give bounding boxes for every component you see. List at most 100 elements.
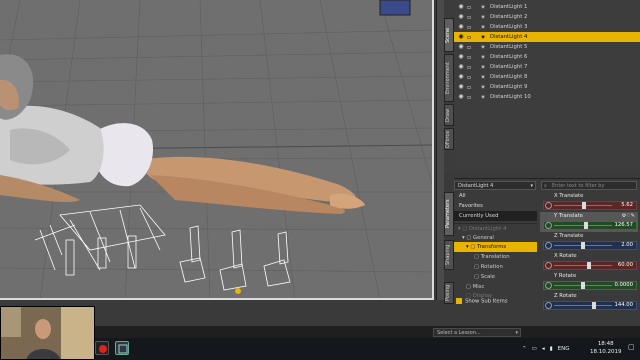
tree-node-scale[interactable]: ▢ Scale — [474, 272, 495, 282]
show-sub-items-checkbox[interactable]: Show Sub Items — [456, 298, 508, 305]
property-x-rotate[interactable]: X Rotate 60.00 — [540, 252, 638, 272]
notification-icon[interactable]: ▢ — [628, 343, 635, 351]
property-action-icons[interactable]: ⚙♡✎ — [622, 213, 635, 219]
lock-icon[interactable]: ▫ — [465, 44, 473, 51]
tree-node-rotation[interactable]: ▢ Rotation — [474, 262, 503, 272]
3d-viewport[interactable] — [0, 0, 434, 300]
filter-favorites[interactable]: Favorites — [454, 201, 537, 211]
visibility-eye-icon[interactable]: ◉ — [457, 73, 465, 81]
keyframe-ring-icon[interactable] — [545, 202, 552, 209]
tab-scene[interactable]: Scene — [444, 18, 454, 52]
property-value[interactable]: 5.62 — [621, 202, 633, 209]
scene-item-label: DistantLight 4 — [490, 34, 528, 40]
tab-environment[interactable]: Environment — [444, 54, 454, 102]
lock-icon[interactable]: ▫ — [465, 64, 473, 71]
figure-model[interactable] — [0, 54, 365, 214]
record-app-icon[interactable] — [95, 341, 109, 355]
speaker-icon[interactable]: ◂ — [542, 346, 545, 352]
scene-item-label: DistantLight 7 — [490, 64, 528, 70]
light-icon: ✷ — [480, 63, 486, 71]
property-value[interactable]: 60.00 — [618, 262, 633, 269]
slider-knob[interactable] — [581, 282, 585, 289]
keyframe-ring-icon[interactable] — [545, 262, 552, 269]
visibility-eye-icon[interactable]: ◉ — [457, 33, 465, 41]
scene-item-label: DistantLight 5 — [490, 44, 528, 50]
lock-icon[interactable]: ▫ — [465, 74, 473, 81]
scene-item[interactable]: ◉ ▫ ✷ DistantLight 10 — [454, 92, 640, 102]
property-slider[interactable]: 5.62 — [543, 201, 637, 210]
visibility-eye-icon[interactable]: ◉ — [457, 3, 465, 11]
property-slider[interactable]: 0.0000 — [543, 281, 637, 290]
visibility-eye-icon[interactable]: ◉ — [457, 43, 465, 51]
slider-knob[interactable] — [591, 302, 596, 309]
lock-icon[interactable]: ▫ — [465, 84, 473, 91]
property-z-translate[interactable]: Z Translate 2.00 — [540, 232, 638, 252]
lock-icon[interactable]: ▫ — [465, 34, 473, 41]
tree-node-translation[interactable]: ▢ Translation — [474, 252, 510, 262]
tab-parameters[interactable]: Parameters — [444, 192, 454, 236]
lesson-selector[interactable]: Select a Lesson... ▾ — [433, 328, 521, 337]
tab-shaping[interactable]: Shaping — [444, 240, 454, 270]
property-z-rotate[interactable]: Z Rotate 144.00 — [540, 292, 638, 312]
tab-draw[interactable]: Draw — [444, 104, 454, 126]
scene-item[interactable]: ◉ ▫ ✷ DistantLight 1 — [454, 2, 640, 12]
slider-knob[interactable] — [587, 262, 592, 269]
keyframe-ring-icon[interactable] — [545, 282, 552, 289]
scene-item-label: DistantLight 10 — [490, 94, 531, 100]
daz-studio-app-icon[interactable] — [115, 341, 129, 355]
scene-item[interactable]: ◉ ▫ ✷ DistantLight 2 — [454, 12, 640, 22]
property-value[interactable]: 126.57 — [614, 222, 633, 229]
property-slider[interactable]: 144.00 — [543, 301, 637, 310]
property-x-translate[interactable]: X Translate 5.62 — [540, 192, 638, 212]
tree-node-transforms[interactable]: ▾ ▢ Transforms — [454, 242, 537, 252]
chevron-up-icon[interactable]: ⌃ — [522, 346, 527, 352]
tree-node-label: DistantLight 4 — [469, 226, 507, 232]
language-indicator[interactable]: ENG — [558, 346, 570, 352]
view-cube[interactable] — [379, 0, 411, 16]
property-value[interactable]: 2.00 — [621, 242, 633, 249]
parameter-filter-input[interactable]: ⌕ Enter text to filter by — [541, 181, 637, 190]
property-value[interactable]: 144.00 — [614, 302, 633, 309]
property-slider[interactable]: 126.57 — [543, 221, 637, 230]
scene-item[interactable]: ◉ ▫ ✷ DistantLight 8 — [454, 72, 640, 82]
visibility-eye-icon[interactable]: ◉ — [457, 23, 465, 31]
tree-node-label: Transforms — [477, 244, 507, 250]
scene-item[interactable]: ◉ ▫ ✷ DistantLight 7 — [454, 62, 640, 72]
visibility-eye-icon[interactable]: ◉ — [457, 53, 465, 61]
visibility-eye-icon[interactable]: ◉ — [457, 13, 465, 21]
tab-dforce[interactable]: DForce — [444, 128, 454, 150]
battery-icon[interactable]: ▮ — [550, 346, 553, 352]
node-selector[interactable]: DistantLight 4 ▾ — [454, 181, 536, 190]
slider-knob[interactable] — [583, 222, 588, 229]
property-slider[interactable]: 2.00 — [543, 241, 637, 250]
visibility-eye-icon[interactable]: ◉ — [457, 83, 465, 91]
lock-icon[interactable]: ▫ — [465, 14, 473, 21]
taskbar-clock[interactable]: 18:48 18.10.2019 — [590, 340, 622, 356]
scene-item[interactable]: ◉ ▫ ✷ DistantLight 6 — [454, 52, 640, 62]
keyframe-ring-icon[interactable] — [545, 302, 552, 309]
property-y-translate[interactable]: Y Translate ⚙♡✎ 126.57 — [540, 212, 638, 232]
lock-icon[interactable]: ▫ — [465, 4, 473, 11]
network-icon[interactable]: ▭ — [532, 346, 537, 352]
light-gizmos[interactable] — [34, 204, 291, 291]
lock-icon[interactable]: ▫ — [465, 24, 473, 31]
keyframe-ring-icon[interactable] — [545, 222, 552, 229]
lock-icon[interactable]: ▫ — [465, 54, 473, 61]
visibility-eye-icon[interactable]: ◉ — [457, 63, 465, 71]
property-y-rotate[interactable]: Y Rotate 0.0000 — [540, 272, 638, 292]
visibility-eye-icon[interactable]: ◉ — [457, 93, 465, 101]
property-value[interactable]: 0.0000 — [614, 282, 633, 289]
scene-item[interactable]: ◉ ▫ ✷ DistantLight 3 — [454, 22, 640, 32]
tab-posing[interactable]: Posing — [444, 282, 454, 304]
keyframe-ring-icon[interactable] — [545, 242, 552, 249]
filter-currently-used[interactable]: Currently Used — [454, 211, 537, 221]
scene-item[interactable]: ◉ ▫ ✷ DistantLight 5 — [454, 42, 640, 52]
scene-item-selected[interactable]: ◉ ▫ ✷ DistantLight 4 — [454, 32, 640, 42]
filter-all[interactable]: All — [454, 191, 537, 201]
property-slider[interactable]: 60.00 — [543, 261, 637, 270]
scene-item-label: DistantLight 3 — [490, 24, 528, 30]
lock-icon[interactable]: ▫ — [465, 94, 473, 101]
scene-item[interactable]: ◉ ▫ ✷ DistantLight 9 — [454, 82, 640, 92]
slider-knob[interactable] — [582, 202, 587, 209]
slider-knob[interactable] — [581, 242, 585, 249]
